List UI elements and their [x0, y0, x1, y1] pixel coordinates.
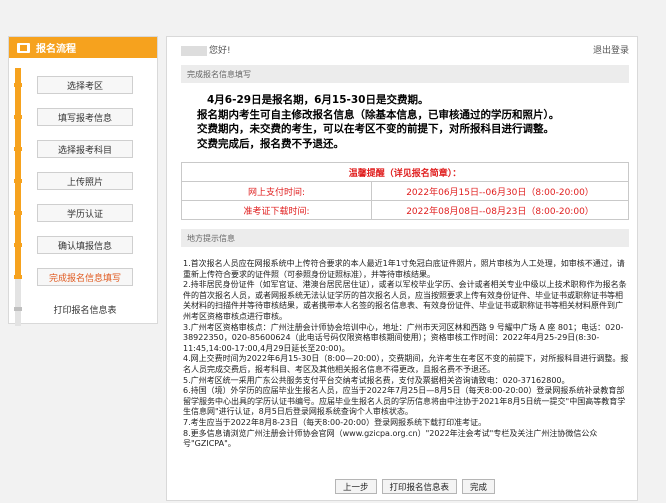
notice-line: 交费完成后，报名费不予退还。	[197, 137, 344, 150]
tip-paragraph: 2.持非居民身份证件（如军官证、港澳台居民居住证），或者以军校毕业学历、会计或者…	[183, 280, 627, 321]
section-header-complete: 完成报名信息填写	[181, 65, 629, 83]
step-select-subjects-button[interactable]: 选择报考科目	[37, 140, 133, 158]
prev-step-button[interactable]: 上一步	[335, 479, 377, 494]
step-select-subjects: 选择报考科目	[9, 134, 157, 166]
masked-username	[181, 45, 207, 56]
step-upload-photo: 上传照片	[9, 166, 157, 198]
notice-line: 交费期内，未交费的考生，可以在考区不变的前提下，对所报科目进行调整。	[197, 123, 554, 135]
logout-link[interactable]: 退出登录	[593, 43, 629, 56]
step-print-form: 打印报名信息表	[9, 294, 157, 326]
action-buttons: 上一步 打印报名信息表 完成	[335, 479, 496, 494]
sidebar-header: 报名流程	[9, 37, 157, 58]
step-education-verify-button[interactable]: 学历认证	[37, 204, 133, 222]
tip-paragraph: 4.网上交费时间为2022年6月15-30日（8:00—20:00），交费期间，…	[183, 354, 629, 374]
tip-paragraph: 6.持国（境）外学历的应届毕业生报名人员，应当于2022年7月25日—8月5日（…	[183, 386, 626, 417]
step-list: 选择考区 填写报考信息 选择报考科目 上传照片 学历认证 确认填报信息 完成报名…	[9, 58, 157, 326]
step-complete-button[interactable]: 完成报名信息填写	[37, 268, 133, 286]
notice-block: 4月6-29日是报名期，6月15-30日是交费期。 报名期内考生可自主修改报名信…	[197, 93, 617, 151]
payment-time-value: 2022年06月15日--06月30日（8:00-20:00）	[371, 181, 629, 201]
step-select-area: 选择考区	[9, 70, 157, 102]
step-marker	[14, 115, 22, 119]
tip-paragraph: 7.考生应当于2022年8月8-23日（每天8:00-20:00）登录网报系统下…	[183, 417, 487, 427]
step-confirm-info-button[interactable]: 确认填报信息	[37, 236, 133, 254]
step-complete: 完成报名信息填写	[9, 262, 157, 294]
step-marker	[14, 211, 22, 215]
step-marker	[14, 147, 22, 151]
local-tips-text: 1.首次报名人员应在网报系统中上传符合要求的本人最近1年1寸免冠白底证件照片，照…	[183, 259, 629, 450]
sidebar-title: 报名流程	[36, 44, 76, 55]
admission-download-value: 2022年08月08日--08月23日（8:00-20:00）	[371, 200, 629, 220]
notice-line: 4月6-29日是报名期，6月15-30日是交费期。	[207, 94, 429, 106]
admission-download-label: 准考证下载时间:	[181, 200, 372, 220]
flag-icon	[17, 42, 30, 53]
payment-time-label: 网上支付时间:	[181, 181, 372, 201]
section-header-local-tips: 地方提示信息	[181, 229, 629, 247]
step-fill-info: 填写报考信息	[9, 102, 157, 134]
reminder-title: 温馨提醒（详见报名简章）：	[181, 162, 629, 182]
step-marker	[14, 83, 22, 87]
step-marker	[14, 179, 22, 183]
step-confirm-info: 确认填报信息	[9, 230, 157, 262]
step-marker	[14, 243, 22, 247]
greeting: 您好!	[181, 43, 231, 56]
step-education-verify: 学历认证	[9, 198, 157, 230]
tip-paragraph: 5.广州考区统一采用广东公共服务支付平台交纳考试报名费，支付及票据相关咨询请致电…	[183, 375, 570, 385]
tip-paragraph: 8.更多信息请浏览广州注册会计师协会官网（www.gzicpa.org.cn）"…	[183, 428, 598, 449]
step-marker	[14, 275, 22, 279]
finish-button[interactable]: 完成	[462, 479, 496, 494]
tip-paragraph: 1.首次报名人员应在网报系统中上传符合要求的本人最近1年1寸免冠白底证件照片，照…	[183, 259, 625, 279]
sidebar: 报名流程 选择考区 填写报考信息 选择报考科目 上传照片 学历认证 确认填报信息…	[8, 36, 158, 326]
main-panel: 您好! 退出登录 完成报名信息填写 4月6-29日是报名期，6月15-30日是交…	[166, 36, 638, 501]
print-form-button[interactable]: 打印报名信息表	[381, 479, 458, 494]
notice-line: 报名期内考生可自主修改报名信息（除基本信息，已审核通过的学历和照片）。	[197, 108, 560, 121]
step-print-form-button[interactable]: 打印报名信息表	[37, 300, 133, 318]
step-upload-photo-button[interactable]: 上传照片	[37, 172, 133, 190]
step-marker	[14, 307, 22, 311]
tip-paragraph: 3.广州考区资格审核点：广州注册会计师协会培训中心，地址：广州市天河区林和西路 …	[183, 322, 624, 353]
step-select-area-button[interactable]: 选择考区	[37, 76, 133, 94]
greeting-text: 您好!	[209, 46, 231, 56]
reminder-table: 温馨提醒（详见报名简章）： 网上支付时间: 2022年06月15日--06月30…	[181, 162, 629, 220]
step-fill-info-button[interactable]: 填写报考信息	[37, 108, 133, 126]
